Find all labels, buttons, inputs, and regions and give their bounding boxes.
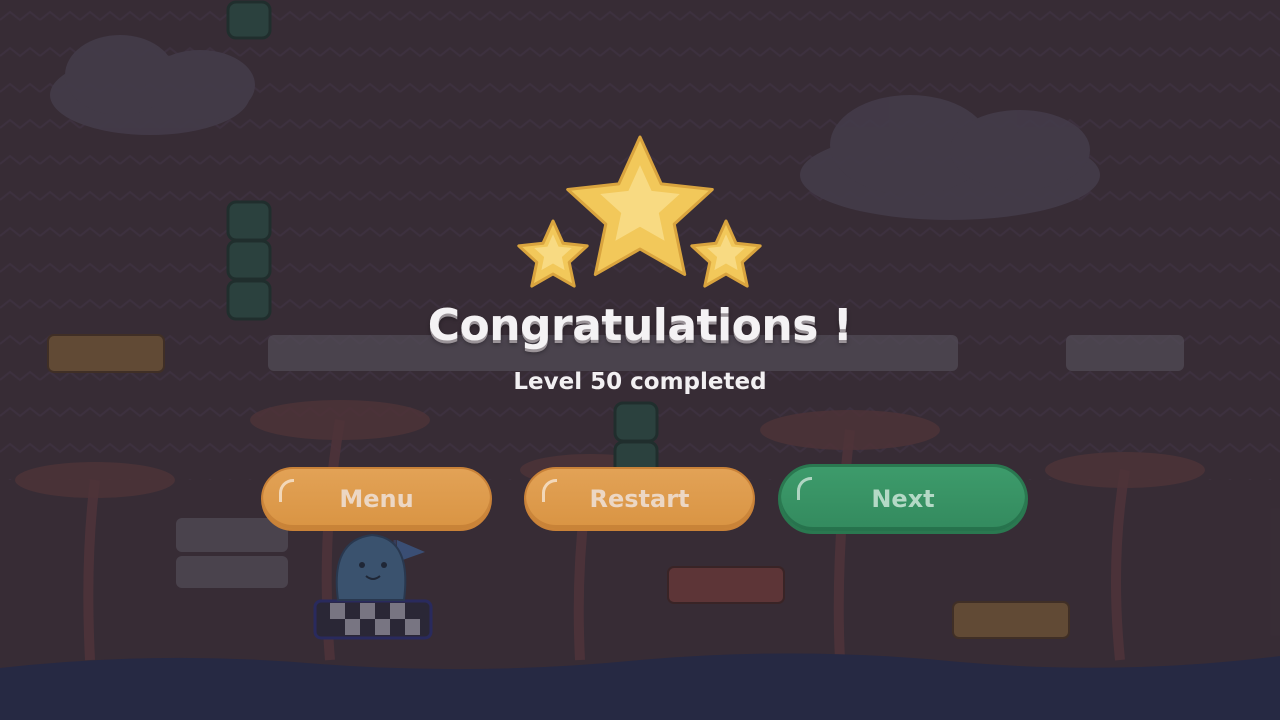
game-background — [0, 0, 1280, 720]
button-gloss — [279, 479, 294, 502]
menu-button-label: Menu — [339, 485, 414, 513]
button-gloss — [797, 477, 812, 500]
button-gloss — [542, 479, 557, 502]
restart-button-label: Restart — [589, 485, 690, 513]
menu-button[interactable]: Menu — [261, 467, 492, 531]
restart-button[interactable]: Restart — [524, 467, 755, 531]
next-button-label: Next — [871, 485, 935, 513]
next-button[interactable]: Next — [778, 464, 1028, 534]
star-icon — [517, 219, 589, 288]
level-completed-text: Level 50 completed — [513, 369, 767, 395]
star-icon — [690, 219, 762, 288]
congratulations-title: Congratulations ! — [427, 300, 853, 351]
rating-stars — [517, 135, 762, 288]
goal-platform — [313, 599, 433, 640]
star-icon — [566, 135, 714, 276]
